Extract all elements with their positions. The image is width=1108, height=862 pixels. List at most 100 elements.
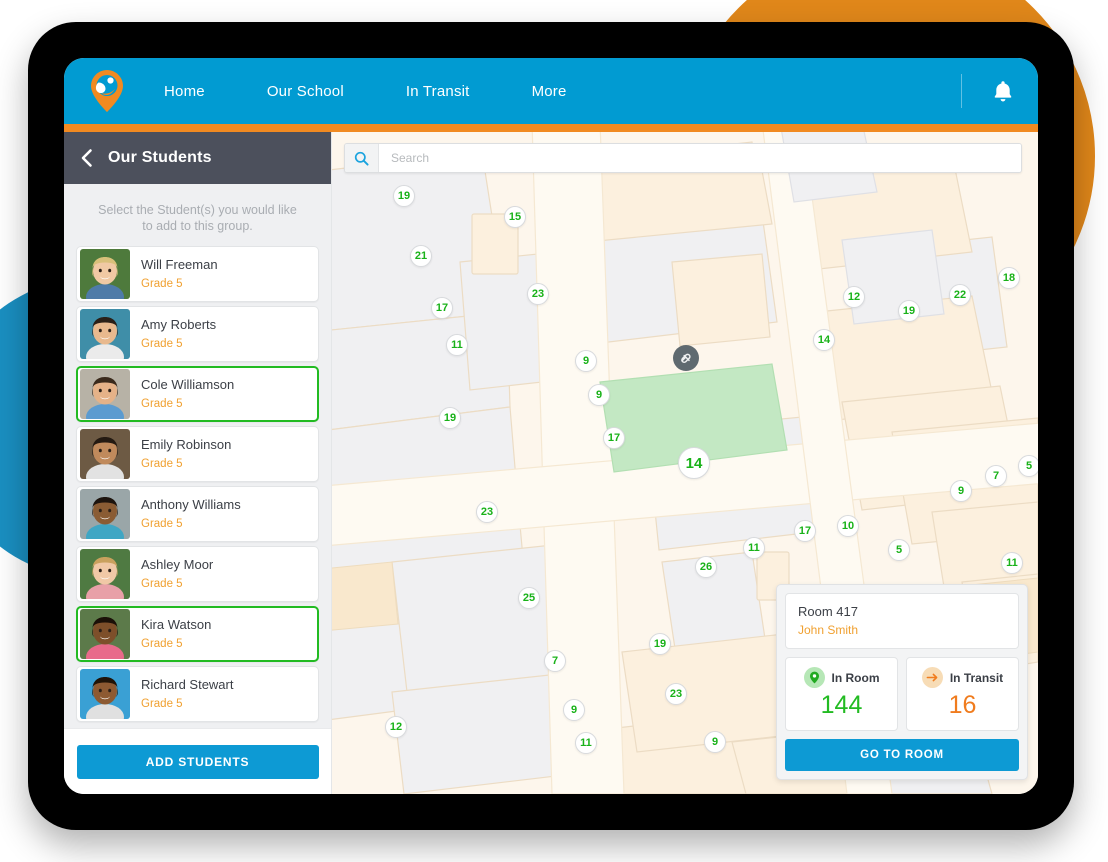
map-pin-person-logo-icon bbox=[91, 70, 123, 112]
map-marker[interactable]: 23 bbox=[665, 683, 687, 705]
map-marker[interactable]: 9 bbox=[704, 731, 726, 753]
selection-hint-line1: Select the Student(s) you would like bbox=[98, 203, 297, 217]
sidebar-header: Our Students bbox=[64, 132, 331, 184]
nav-links: Home Our School In Transit More bbox=[164, 77, 629, 106]
footbridge-poi-marker[interactable] bbox=[673, 345, 699, 371]
add-students-button[interactable]: ADD STUDENTS bbox=[76, 744, 319, 779]
app-logo[interactable] bbox=[76, 64, 138, 118]
map-marker[interactable]: 12 bbox=[385, 716, 407, 738]
room-name: Room 417 bbox=[798, 604, 858, 619]
map-marker[interactable]: 19 bbox=[898, 300, 920, 322]
go-to-room-button[interactable]: GO TO ROOM bbox=[785, 739, 1019, 771]
map-marker[interactable]: 17 bbox=[794, 520, 816, 542]
map-marker[interactable]: 22 bbox=[949, 284, 971, 306]
student-grade: Grade 5 bbox=[141, 577, 183, 590]
footbridge-icon bbox=[680, 353, 691, 363]
orange-accent-bar bbox=[64, 124, 1038, 132]
room-stats-row: In Room 144 In Transit 16 bbox=[785, 657, 1019, 731]
student-meta: Kira Watson Grade 5 bbox=[130, 617, 211, 652]
student-grade: Grade 5 bbox=[141, 697, 183, 710]
search-button[interactable] bbox=[345, 144, 379, 172]
map-marker[interactable]: 23 bbox=[527, 283, 549, 305]
search-bar[interactable] bbox=[344, 143, 1022, 173]
student-meta: Cole Williamson Grade 5 bbox=[130, 377, 234, 412]
tablet-screen: Home Our School In Transit More Our Stud… bbox=[64, 58, 1038, 794]
map-marker[interactable]: 9 bbox=[950, 480, 972, 502]
student-grade: Grade 5 bbox=[141, 517, 183, 530]
student-card[interactable]: Richard Stewart Grade 5 bbox=[76, 666, 319, 722]
map-marker[interactable]: 7 bbox=[544, 650, 566, 672]
stat-in-room: In Room 144 bbox=[785, 657, 898, 731]
student-name: Emily Robinson bbox=[141, 436, 232, 452]
map-marker[interactable]: 19 bbox=[649, 633, 671, 655]
student-meta: Emily Robinson Grade 5 bbox=[130, 437, 231, 472]
map-pane[interactable]: 1915212317122218191114991917145792317101… bbox=[332, 132, 1038, 794]
arrow-right-icon bbox=[921, 667, 943, 688]
map-marker[interactable]: 11 bbox=[575, 732, 597, 754]
nav-link-home[interactable]: Home bbox=[164, 77, 205, 106]
student-grade: Grade 5 bbox=[141, 397, 183, 410]
stat-in-transit-head: In Transit bbox=[913, 667, 1012, 688]
student-meta: Amy Roberts Grade 5 bbox=[130, 317, 216, 352]
student-name: Ashley Moor bbox=[141, 556, 214, 572]
student-list: Will Freeman Grade 5 Amy Roberts Grade 5… bbox=[76, 246, 319, 722]
map-marker[interactable]: 21 bbox=[410, 245, 432, 267]
map-marker[interactable]: 26 bbox=[695, 556, 717, 578]
stat-in-room-label: In Room bbox=[831, 670, 880, 685]
map-marker[interactable]: 7 bbox=[985, 465, 1007, 487]
map-marker[interactable]: 25 bbox=[518, 587, 540, 609]
bell-icon[interactable] bbox=[992, 79, 1014, 103]
student-card[interactable]: Amy Roberts Grade 5 bbox=[76, 306, 319, 362]
map-marker[interactable]: 5 bbox=[888, 539, 910, 561]
map-marker[interactable]: 11 bbox=[743, 537, 765, 559]
location-pin-icon bbox=[803, 667, 825, 688]
student-card[interactable]: Emily Robinson Grade 5 bbox=[76, 426, 319, 482]
main-content: Our Students Select the Student(s) you w… bbox=[64, 132, 1038, 794]
room-teacher-name: John Smith bbox=[798, 623, 859, 637]
room-identity-box: Room 417 John Smith bbox=[785, 593, 1019, 649]
student-meta: Anthony Williams Grade 5 bbox=[130, 497, 241, 532]
nav-right-group bbox=[961, 58, 1038, 124]
search-input[interactable] bbox=[379, 144, 1021, 172]
map-marker[interactable]: 9 bbox=[575, 350, 597, 372]
student-grade: Grade 5 bbox=[141, 277, 183, 290]
map-marker[interactable]: 17 bbox=[603, 427, 625, 449]
nav-link-our-school[interactable]: Our School bbox=[267, 77, 344, 106]
page-root: Home Our School In Transit More Our Stud… bbox=[0, 0, 1108, 862]
sidebar-title: Our Students bbox=[108, 149, 212, 166]
chevron-left-icon[interactable] bbox=[76, 147, 98, 169]
nav-link-in-transit[interactable]: In Transit bbox=[406, 77, 470, 106]
sidebar: Our Students Select the Student(s) you w… bbox=[64, 132, 332, 794]
map-marker[interactable]: 14 bbox=[678, 447, 710, 479]
student-card[interactable]: Cole Williamson Grade 5 bbox=[76, 366, 319, 422]
nav-link-more[interactable]: More bbox=[532, 77, 567, 106]
room-info-card: Room 417 John Smith In Room 144 In Trans… bbox=[776, 584, 1028, 780]
student-card[interactable]: Anthony Williams Grade 5 bbox=[76, 486, 319, 542]
map-marker[interactable]: 9 bbox=[563, 699, 585, 721]
selection-hint: Select the Student(s) you would like to … bbox=[76, 184, 319, 246]
student-list-scroll[interactable]: Select the Student(s) you would like to … bbox=[64, 184, 331, 728]
avatar bbox=[80, 549, 130, 599]
map-marker[interactable]: 10 bbox=[837, 515, 859, 537]
map-marker[interactable]: 14 bbox=[813, 329, 835, 351]
stat-in-transit-value: 16 bbox=[948, 691, 977, 719]
avatar bbox=[80, 249, 130, 299]
map-marker[interactable]: 12 bbox=[843, 286, 865, 308]
student-card[interactable]: Kira Watson Grade 5 bbox=[76, 606, 319, 662]
stat-in-transit-label: In Transit bbox=[949, 670, 1004, 685]
map-marker[interactable]: 23 bbox=[476, 501, 498, 523]
map-marker[interactable]: 18 bbox=[998, 267, 1020, 289]
student-card[interactable]: Ashley Moor Grade 5 bbox=[76, 546, 319, 602]
map-marker[interactable]: 5 bbox=[1018, 455, 1038, 477]
map-marker[interactable]: 15 bbox=[504, 206, 526, 228]
stat-in-transit: In Transit 16 bbox=[906, 657, 1019, 731]
map-marker[interactable]: 11 bbox=[446, 334, 468, 356]
avatar bbox=[80, 369, 130, 419]
map-marker[interactable]: 17 bbox=[431, 297, 453, 319]
map-marker[interactable]: 9 bbox=[588, 384, 610, 406]
map-marker[interactable]: 11 bbox=[1001, 552, 1023, 574]
map-marker[interactable]: 19 bbox=[439, 407, 461, 429]
student-grade: Grade 5 bbox=[141, 457, 183, 470]
map-marker[interactable]: 19 bbox=[393, 185, 415, 207]
student-card[interactable]: Will Freeman Grade 5 bbox=[76, 246, 319, 302]
